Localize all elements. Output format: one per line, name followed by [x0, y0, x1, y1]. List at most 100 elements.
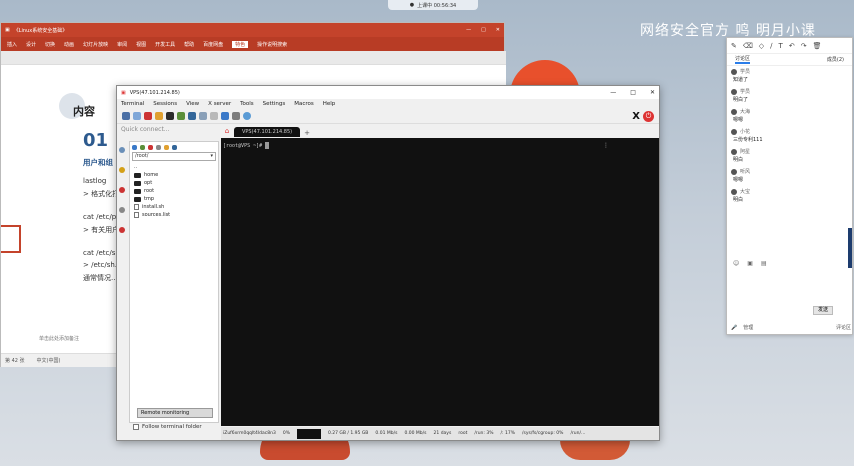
exit-side-icon[interactable] — [119, 227, 125, 233]
tab-discussion[interactable]: 讨论区 — [735, 55, 751, 64]
ribbon-tab[interactable]: 帮助 — [184, 41, 194, 48]
new-tab-icon[interactable]: + — [304, 129, 310, 137]
tree-row[interactable]: sources.list — [134, 211, 214, 219]
new-folder-icon[interactable] — [164, 144, 169, 150]
search-box[interactable]: 操作说明搜索 — [257, 41, 287, 48]
menu-tools[interactable]: Tools — [240, 101, 254, 107]
close-button[interactable]: ✕ — [650, 89, 655, 96]
refresh-icon[interactable] — [156, 144, 161, 150]
split-icon[interactable] — [188, 112, 196, 120]
session-tab[interactable]: VPS(47.101.214.85) — [234, 127, 301, 137]
ribbon-tab[interactable]: 动画 — [64, 41, 74, 48]
view-icon[interactable] — [177, 112, 185, 120]
mobaxterm-window[interactable]: ▣ VPS(47.101.214.85) — □ ✕ Terminal Sess… — [116, 85, 660, 441]
xserver-icon[interactable]: X — [632, 111, 640, 122]
permissions-icon[interactable] — [172, 144, 177, 150]
tab-members[interactable]: 成员(2) — [827, 56, 844, 63]
packages-icon[interactable] — [221, 112, 229, 120]
manage-link[interactable]: 管理 — [743, 324, 753, 331]
ribbon-tab[interactable]: 插入 — [7, 41, 17, 48]
ribbon-tab[interactable]: 百度网盘 — [203, 41, 223, 48]
menu-terminal[interactable]: Terminal — [121, 101, 144, 107]
ribbon-tab-active[interactable]: 特色 — [232, 40, 249, 48]
quick-connect-input[interactable]: Quick connect... — [121, 126, 221, 136]
close-button[interactable]: ✕ — [496, 27, 500, 33]
redo-icon[interactable]: ↷ — [801, 42, 807, 50]
tools-side-icon[interactable] — [119, 167, 125, 173]
moba-status-bar: iZuf6xrm0qqlt4ldac8n3 0% 0.27 GB / 1.95 … — [221, 427, 659, 440]
follow-terminal-checkbox[interactable] — [133, 424, 139, 430]
tree-row[interactable]: tmp — [134, 195, 214, 203]
settings-icon[interactable] — [232, 112, 240, 120]
ppt-title-bar: ▣ 《Linux系统安全基础》 — □ ✕ — [1, 23, 504, 37]
class-status-bar[interactable]: ● 上课中 00:56:34 — [388, 0, 478, 10]
follow-terminal-option[interactable]: Follow terminal folder — [133, 424, 202, 430]
remote-monitoring-button[interactable]: Remote monitoring — [137, 408, 213, 418]
ribbon-tab[interactable]: 视图 — [136, 41, 146, 48]
tree-row[interactable]: home — [134, 171, 214, 179]
scrollbar[interactable] — [848, 228, 852, 268]
avatar — [731, 68, 737, 75]
upload-icon[interactable] — [132, 144, 137, 150]
session-icon[interactable] — [122, 112, 130, 120]
tree-item-label: opt — [144, 180, 153, 186]
sftp-side-icon[interactable] — [119, 207, 125, 213]
tree-row[interactable]: root — [134, 187, 214, 195]
menu-xserver[interactable]: X server — [208, 101, 231, 107]
menu-view[interactable]: View — [186, 101, 199, 107]
download-icon[interactable] — [140, 144, 145, 150]
maximize-button[interactable]: □ — [481, 27, 486, 33]
tunneling-icon[interactable] — [210, 112, 218, 120]
comments-link[interactable]: 评论区 — [836, 324, 851, 331]
menu-settings[interactable]: Settings — [263, 101, 286, 107]
ribbon-tab[interactable]: 设计 — [26, 41, 36, 48]
file-attach-icon[interactable]: ▤ — [761, 260, 767, 267]
home-tab-icon[interactable]: ⌂ — [222, 127, 232, 137]
notes-placeholder[interactable]: 单击此处添加备注 — [39, 335, 79, 342]
maximize-button[interactable]: □ — [630, 89, 636, 96]
text-icon[interactable]: T — [779, 42, 783, 50]
app-icon: ▣ — [121, 89, 126, 96]
eraser-icon[interactable]: ⌫ — [743, 42, 753, 50]
macros-side-icon[interactable] — [119, 187, 125, 193]
terminal-area[interactable]: [root@VPS ~]# ⋮ — [221, 138, 659, 426]
mic-icon[interactable]: 🎤 — [731, 325, 737, 331]
terminal-menu-icon[interactable]: ⋮ — [603, 142, 609, 149]
sessions-side-icon[interactable] — [119, 147, 125, 153]
menu-sessions[interactable]: Sessions — [153, 101, 177, 107]
exit-power-icon[interactable]: ⏻ — [643, 110, 654, 122]
save-icon[interactable]: ▣ — [5, 27, 10, 33]
minimize-button[interactable]: — — [610, 89, 616, 96]
delete-icon[interactable] — [148, 144, 153, 150]
help-icon[interactable] — [243, 112, 251, 120]
tree-row[interactable]: install.sh — [134, 203, 214, 211]
trash-icon[interactable]: 🗑 — [813, 42, 822, 50]
menu-macros[interactable]: Macros — [294, 101, 314, 107]
undo-icon[interactable]: ↶ — [789, 42, 795, 50]
ribbon-tab[interactable]: 开发工具 — [155, 41, 175, 48]
sftp-path-field[interactable]: /root/ ▾ — [132, 152, 216, 161]
chat-toolbar: ✎ ⌫ ◇ ∕ T ↶ ↷ 🗑 — [727, 38, 852, 54]
image-icon[interactable]: ▣ — [747, 260, 753, 267]
chevron-down-icon[interactable]: ▾ — [210, 153, 213, 160]
list-item: 学员 明白了 — [731, 88, 848, 103]
pen-icon[interactable]: ✎ — [731, 42, 737, 50]
games-icon[interactable] — [155, 112, 163, 120]
tree-row[interactable]: .. — [134, 163, 214, 171]
tree-row[interactable]: opt — [134, 179, 214, 187]
menu-help[interactable]: Help — [323, 101, 336, 107]
ribbon-tab[interactable]: 审阅 — [117, 41, 127, 48]
message-text: 明白了 — [733, 97, 749, 103]
servers-icon[interactable] — [133, 112, 141, 120]
sessions-icon[interactable] — [166, 112, 174, 120]
ribbon-tab[interactable]: 幻灯片放映 — [83, 41, 108, 48]
tools-icon[interactable] — [144, 112, 152, 120]
ribbon-tab[interactable]: 切换 — [45, 41, 55, 48]
tree-item-label: tmp — [144, 196, 155, 202]
minimize-button[interactable]: — — [466, 27, 471, 33]
multiexec-icon[interactable] — [199, 112, 207, 120]
emoji-icon[interactable]: ☺ — [733, 260, 739, 267]
line-icon[interactable]: ∕ — [770, 42, 772, 50]
shape-icon[interactable]: ◇ — [759, 42, 764, 50]
send-button[interactable]: 发送 — [813, 306, 833, 315]
